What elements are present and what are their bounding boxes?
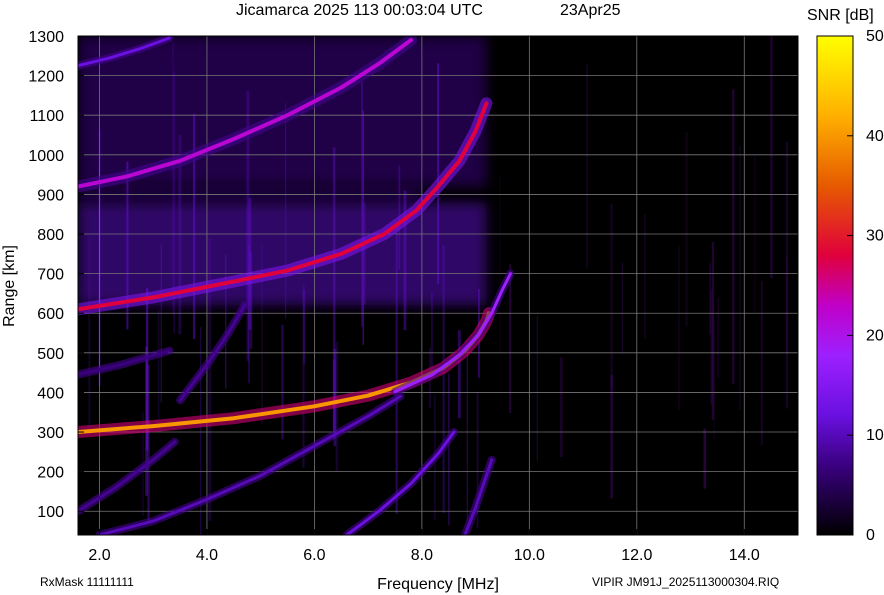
colorbar-tick-label: 20 xyxy=(866,327,884,344)
interference-streak xyxy=(160,244,162,403)
interference-streak xyxy=(509,264,512,414)
colorbar-tick-label: 0 xyxy=(866,527,875,544)
interference-streak xyxy=(621,262,624,355)
colorbar-tick-label: 40 xyxy=(866,128,884,145)
interference-streak xyxy=(360,81,363,327)
x-tick-label: 10.0 xyxy=(514,547,545,564)
ionogram-figure: Jicamarca 2025 113 00:03:04 UTC 23Apr25 … xyxy=(1,2,884,593)
interference-streak xyxy=(785,256,789,353)
interference-streak xyxy=(685,131,688,327)
interference-streak xyxy=(703,428,707,489)
interference-streak xyxy=(157,310,160,423)
x-axis-label: Frequency [MHz] xyxy=(377,576,499,593)
y-tick-label: 1000 xyxy=(28,148,64,165)
interference-streak xyxy=(172,42,174,316)
interference-streak xyxy=(732,89,735,384)
interference-streak xyxy=(760,281,763,445)
y-tick-label: 700 xyxy=(37,267,64,284)
interference-streak xyxy=(536,315,538,461)
diffuse-region-0 xyxy=(78,202,487,306)
interference-streak xyxy=(499,175,501,352)
y-tick-label: 600 xyxy=(37,306,64,323)
colorbar xyxy=(816,35,854,536)
x-tick-label: 14.0 xyxy=(729,547,760,564)
y-tick-label: 1100 xyxy=(30,108,65,125)
interference-streak xyxy=(285,102,287,319)
interference-streak xyxy=(457,330,461,419)
y-axis: 100 200 300 400 500 600 700 800 900 1000 1100 1200 1… xyxy=(28,29,84,521)
y-tick-label: 300 xyxy=(37,425,64,442)
interference-streak xyxy=(363,203,366,305)
interference-streak xyxy=(739,145,741,411)
interference-streak xyxy=(332,147,336,439)
interference-streak xyxy=(192,113,196,339)
x-tick-label: 8.0 xyxy=(411,547,433,564)
x-tick-label: 4.0 xyxy=(196,547,218,564)
interference-streak xyxy=(466,351,468,521)
chart-title: Jicamarca 2025 113 00:03:04 UTC xyxy=(236,2,483,19)
interference-streak xyxy=(643,213,646,339)
interference-streak xyxy=(559,357,563,458)
interference-streak xyxy=(281,324,284,440)
y-tick-label: 1300 xyxy=(28,29,64,46)
y-tick-label: 800 xyxy=(37,227,64,244)
y-tick-label: 400 xyxy=(37,385,64,402)
interference-streak xyxy=(713,321,715,440)
colorbar-tick-label: 50 xyxy=(866,28,884,45)
interference-streak xyxy=(88,236,91,436)
colorbar-tick-label: 30 xyxy=(866,228,884,245)
y-tick-label: 200 xyxy=(37,465,64,482)
chart-date: 23Apr25 xyxy=(560,2,621,19)
y-tick-label: 500 xyxy=(37,346,64,363)
colorbar-label: SNR [dB] xyxy=(807,7,874,24)
y-tick-label: 900 xyxy=(37,187,64,204)
interference-streak xyxy=(437,63,440,284)
interference-streak xyxy=(717,297,719,378)
y-axis-label: Range [km] xyxy=(1,245,18,327)
interference-streak xyxy=(442,244,445,514)
interference-streak xyxy=(678,246,680,411)
interference-streak xyxy=(395,223,398,515)
x-tick-label: 2.0 xyxy=(88,547,110,564)
x-tick-label: 6.0 xyxy=(303,547,325,564)
interference-streak xyxy=(448,373,450,526)
rxmask-label: RxMask 11111111 xyxy=(40,575,134,589)
colorbar-tick-label: 10 xyxy=(866,427,884,444)
interference-streak xyxy=(610,374,613,499)
file-label: VIPIR JM91J_2025113000304.RIQ xyxy=(592,575,779,589)
interference-streak xyxy=(586,64,588,269)
interference-streak xyxy=(610,204,613,389)
interference-streak xyxy=(225,254,227,389)
interference-streak xyxy=(770,36,773,279)
y-tick-label: 1200 xyxy=(28,69,64,86)
y-tick-label: 100 xyxy=(37,504,64,521)
x-tick-label: 12.0 xyxy=(621,547,652,564)
